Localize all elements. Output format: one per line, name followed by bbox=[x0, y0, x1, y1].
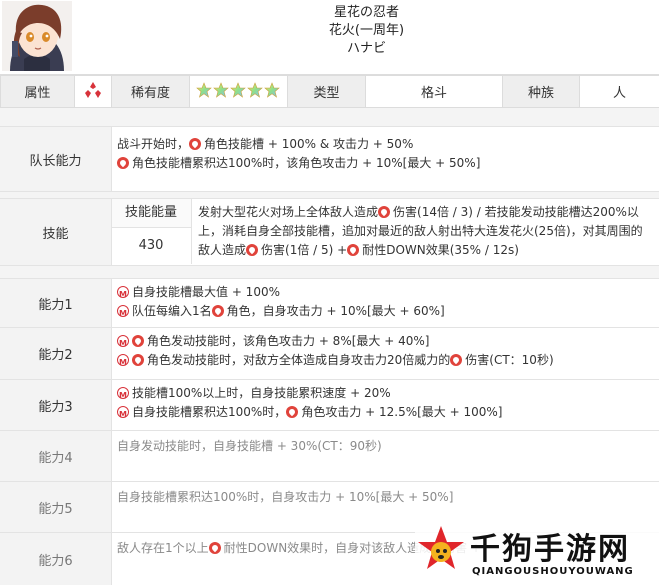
red-attribute-icon bbox=[286, 406, 298, 418]
red-attribute-icon bbox=[347, 244, 359, 256]
character-name-kana: ハナビ bbox=[74, 40, 659, 58]
red-attribute-icon bbox=[132, 354, 144, 366]
ability-label: 能力3 bbox=[0, 380, 112, 430]
section-divider bbox=[0, 108, 659, 127]
red-attribute-icon bbox=[189, 138, 201, 150]
m-badge-icon bbox=[117, 335, 129, 347]
attribute-icon bbox=[75, 76, 112, 108]
ability-line: 自身发动技能时，自身技能槽 + 30%(CT：90秒) bbox=[117, 439, 382, 453]
m-badge-icon bbox=[117, 354, 129, 366]
skill-energy: 技能能量 430 bbox=[111, 199, 192, 264]
rarity-stars bbox=[190, 76, 288, 108]
ability-text: 角色发动技能时，该角色攻击力 + 8%[最大 + 40%] 角色发动技能时，对敌… bbox=[111, 328, 659, 374]
ability-line: 角色，自身攻击力 + 10%[最大 + 60%] bbox=[227, 304, 445, 318]
ability-line: 自身技能槽最大值 + 100% bbox=[132, 285, 280, 299]
ability-label: 能力2 bbox=[0, 328, 112, 379]
character-name-block: 星花の忍者 花火(一周年) ハナビ bbox=[74, 4, 659, 58]
m-badge-icon bbox=[117, 305, 129, 317]
character-portrait bbox=[2, 1, 72, 71]
red-attribute-icon bbox=[117, 157, 129, 169]
type-label: 类型 bbox=[288, 76, 366, 108]
ability-text: 自身技能槽累积达100%时，自身攻击力 + 10%[最大 + 50%] bbox=[111, 482, 659, 511]
skill-energy-value: 430 bbox=[111, 228, 191, 263]
ability-line: 敌人存在1个以上 bbox=[117, 541, 209, 555]
ability-line: 角色攻击力 + 12.5%[最大 + 100%] bbox=[301, 405, 502, 419]
ability-line: 角色发动技能时，对敌方全体造成自身攻击力20倍威力的 bbox=[147, 353, 450, 367]
ability-line: 角色发动技能时，该角色攻击力 + 8%[最大 + 40%] bbox=[147, 334, 429, 348]
leader-line2: 角色技能槽累积达100%时，该角色攻击力 + 10%[最大 + 50%] bbox=[132, 156, 480, 170]
m-badge-icon bbox=[117, 387, 129, 399]
red-attribute-icon bbox=[132, 335, 144, 347]
race-label: 种族 bbox=[503, 76, 580, 108]
character-page: 星花の忍者 花火(一周年) ハナビ 属性 稀有度 bbox=[0, 0, 659, 585]
ability-label: 能力4 bbox=[0, 431, 112, 481]
leader-ability-row: 队长能力 战斗开始时， 角色技能槽 + 100% & 攻击力 + 50% 角色技能… bbox=[0, 127, 659, 192]
skill-energy-header: 技能能量 bbox=[111, 199, 191, 228]
section-divider bbox=[0, 266, 659, 279]
ability-row-1: 能力1 自身技能槽最大值 + 100% 队伍每编入1名 角色，自身攻击力 + 10… bbox=[0, 279, 659, 328]
ability-row-2: 能力2 角色发动技能时，该角色攻击力 + 8%[最大 + 40%] 角色发动技能… bbox=[0, 328, 659, 380]
skill-text-1: 发射大型花火对场上全体敌人造成 bbox=[198, 205, 378, 219]
character-name-cn: 花火(一周年) bbox=[74, 22, 659, 40]
skill-grid: 技能能量 430 发射大型花火对场上全体敌人造成伤害(14倍 / 3) / 若技… bbox=[111, 199, 659, 264]
ability-row-4: 能力4 自身发动技能时，自身技能槽 + 30%(CT：90秒) bbox=[0, 431, 659, 482]
ability-line: 自身技能槽累积达100%时， bbox=[132, 405, 286, 419]
leader-line1b: 角色技能槽 + 100% & 攻击力 + 50% bbox=[204, 137, 413, 151]
skill-text-4: 耐性DOWN效果(35% / 12s) bbox=[362, 243, 519, 257]
watermark-subtitle: QIANGOUSHOUYOUWANG bbox=[472, 566, 634, 577]
skill-label: 技能 bbox=[0, 199, 112, 265]
ability-text: 自身发动技能时，自身技能槽 + 30%(CT：90秒) bbox=[111, 431, 659, 460]
ability-text: 自身技能槽最大值 + 100% 队伍每编入1名 角色，自身攻击力 + 10%[最大… bbox=[111, 279, 659, 325]
character-header: 星花の忍者 花火(一周年) ハナビ bbox=[0, 0, 659, 75]
red-diamond-icon bbox=[84, 81, 102, 99]
ability-label: 能力5 bbox=[0, 482, 112, 532]
ability-line: 技能槽100%以上时，自身技能累积速度 + 20% bbox=[132, 386, 391, 400]
skill-description: 发射大型花火对场上全体敌人造成伤害(14倍 / 3) / 若技能发动技能槽达20… bbox=[192, 199, 659, 264]
ability-line: 队伍每编入1名 bbox=[132, 304, 212, 318]
rarity-stars-icon bbox=[196, 82, 282, 98]
red-attribute-icon bbox=[209, 542, 221, 554]
leader-ability-label: 队长能力 bbox=[0, 127, 112, 191]
skill-text-3: 伤害(1倍 / 5) + bbox=[261, 243, 347, 257]
watermark-title: 千狗手游网 bbox=[470, 524, 630, 568]
red-attribute-icon bbox=[212, 305, 224, 317]
leader-ability-text: 战斗开始时， 角色技能槽 + 100% & 攻击力 + 50% 角色技能槽累积达1… bbox=[111, 127, 659, 177]
m-badge-icon bbox=[117, 406, 129, 418]
red-attribute-icon bbox=[246, 244, 258, 256]
ability-label: 能力1 bbox=[0, 279, 112, 327]
m-badge-icon bbox=[117, 286, 129, 298]
ability-line: 自身技能槽累积达100%时，自身攻击力 + 10%[最大 + 50%] bbox=[117, 490, 453, 504]
type-value: 格斗 bbox=[366, 76, 503, 108]
ability-text: 技能槽100%以上时，自身技能累积速度 + 20% 自身技能槽累积达100%时，… bbox=[111, 380, 659, 426]
ability-label: 能力6 bbox=[0, 533, 112, 585]
skill-row: 技能 技能能量 430 发射大型花火对场上全体敌人造成伤害(14倍 / 3) /… bbox=[0, 199, 659, 266]
ability-line: 伤害(CT：10秒) bbox=[465, 353, 553, 367]
attribute-table: 属性 稀有度 bbox=[0, 75, 659, 108]
race-value: 人 bbox=[580, 76, 659, 108]
red-attribute-icon bbox=[378, 206, 390, 218]
attribute-label: 属性 bbox=[1, 76, 75, 108]
rarity-label: 稀有度 bbox=[112, 76, 190, 108]
red-attribute-icon bbox=[450, 354, 462, 366]
character-name-jp: 星花の忍者 bbox=[74, 4, 659, 22]
leader-line1: 战斗开始时， bbox=[117, 137, 189, 151]
section-divider bbox=[0, 192, 659, 199]
ability-row-3: 能力3 技能槽100%以上时，自身技能累积速度 + 20% 自身技能槽累积达10… bbox=[0, 380, 659, 431]
